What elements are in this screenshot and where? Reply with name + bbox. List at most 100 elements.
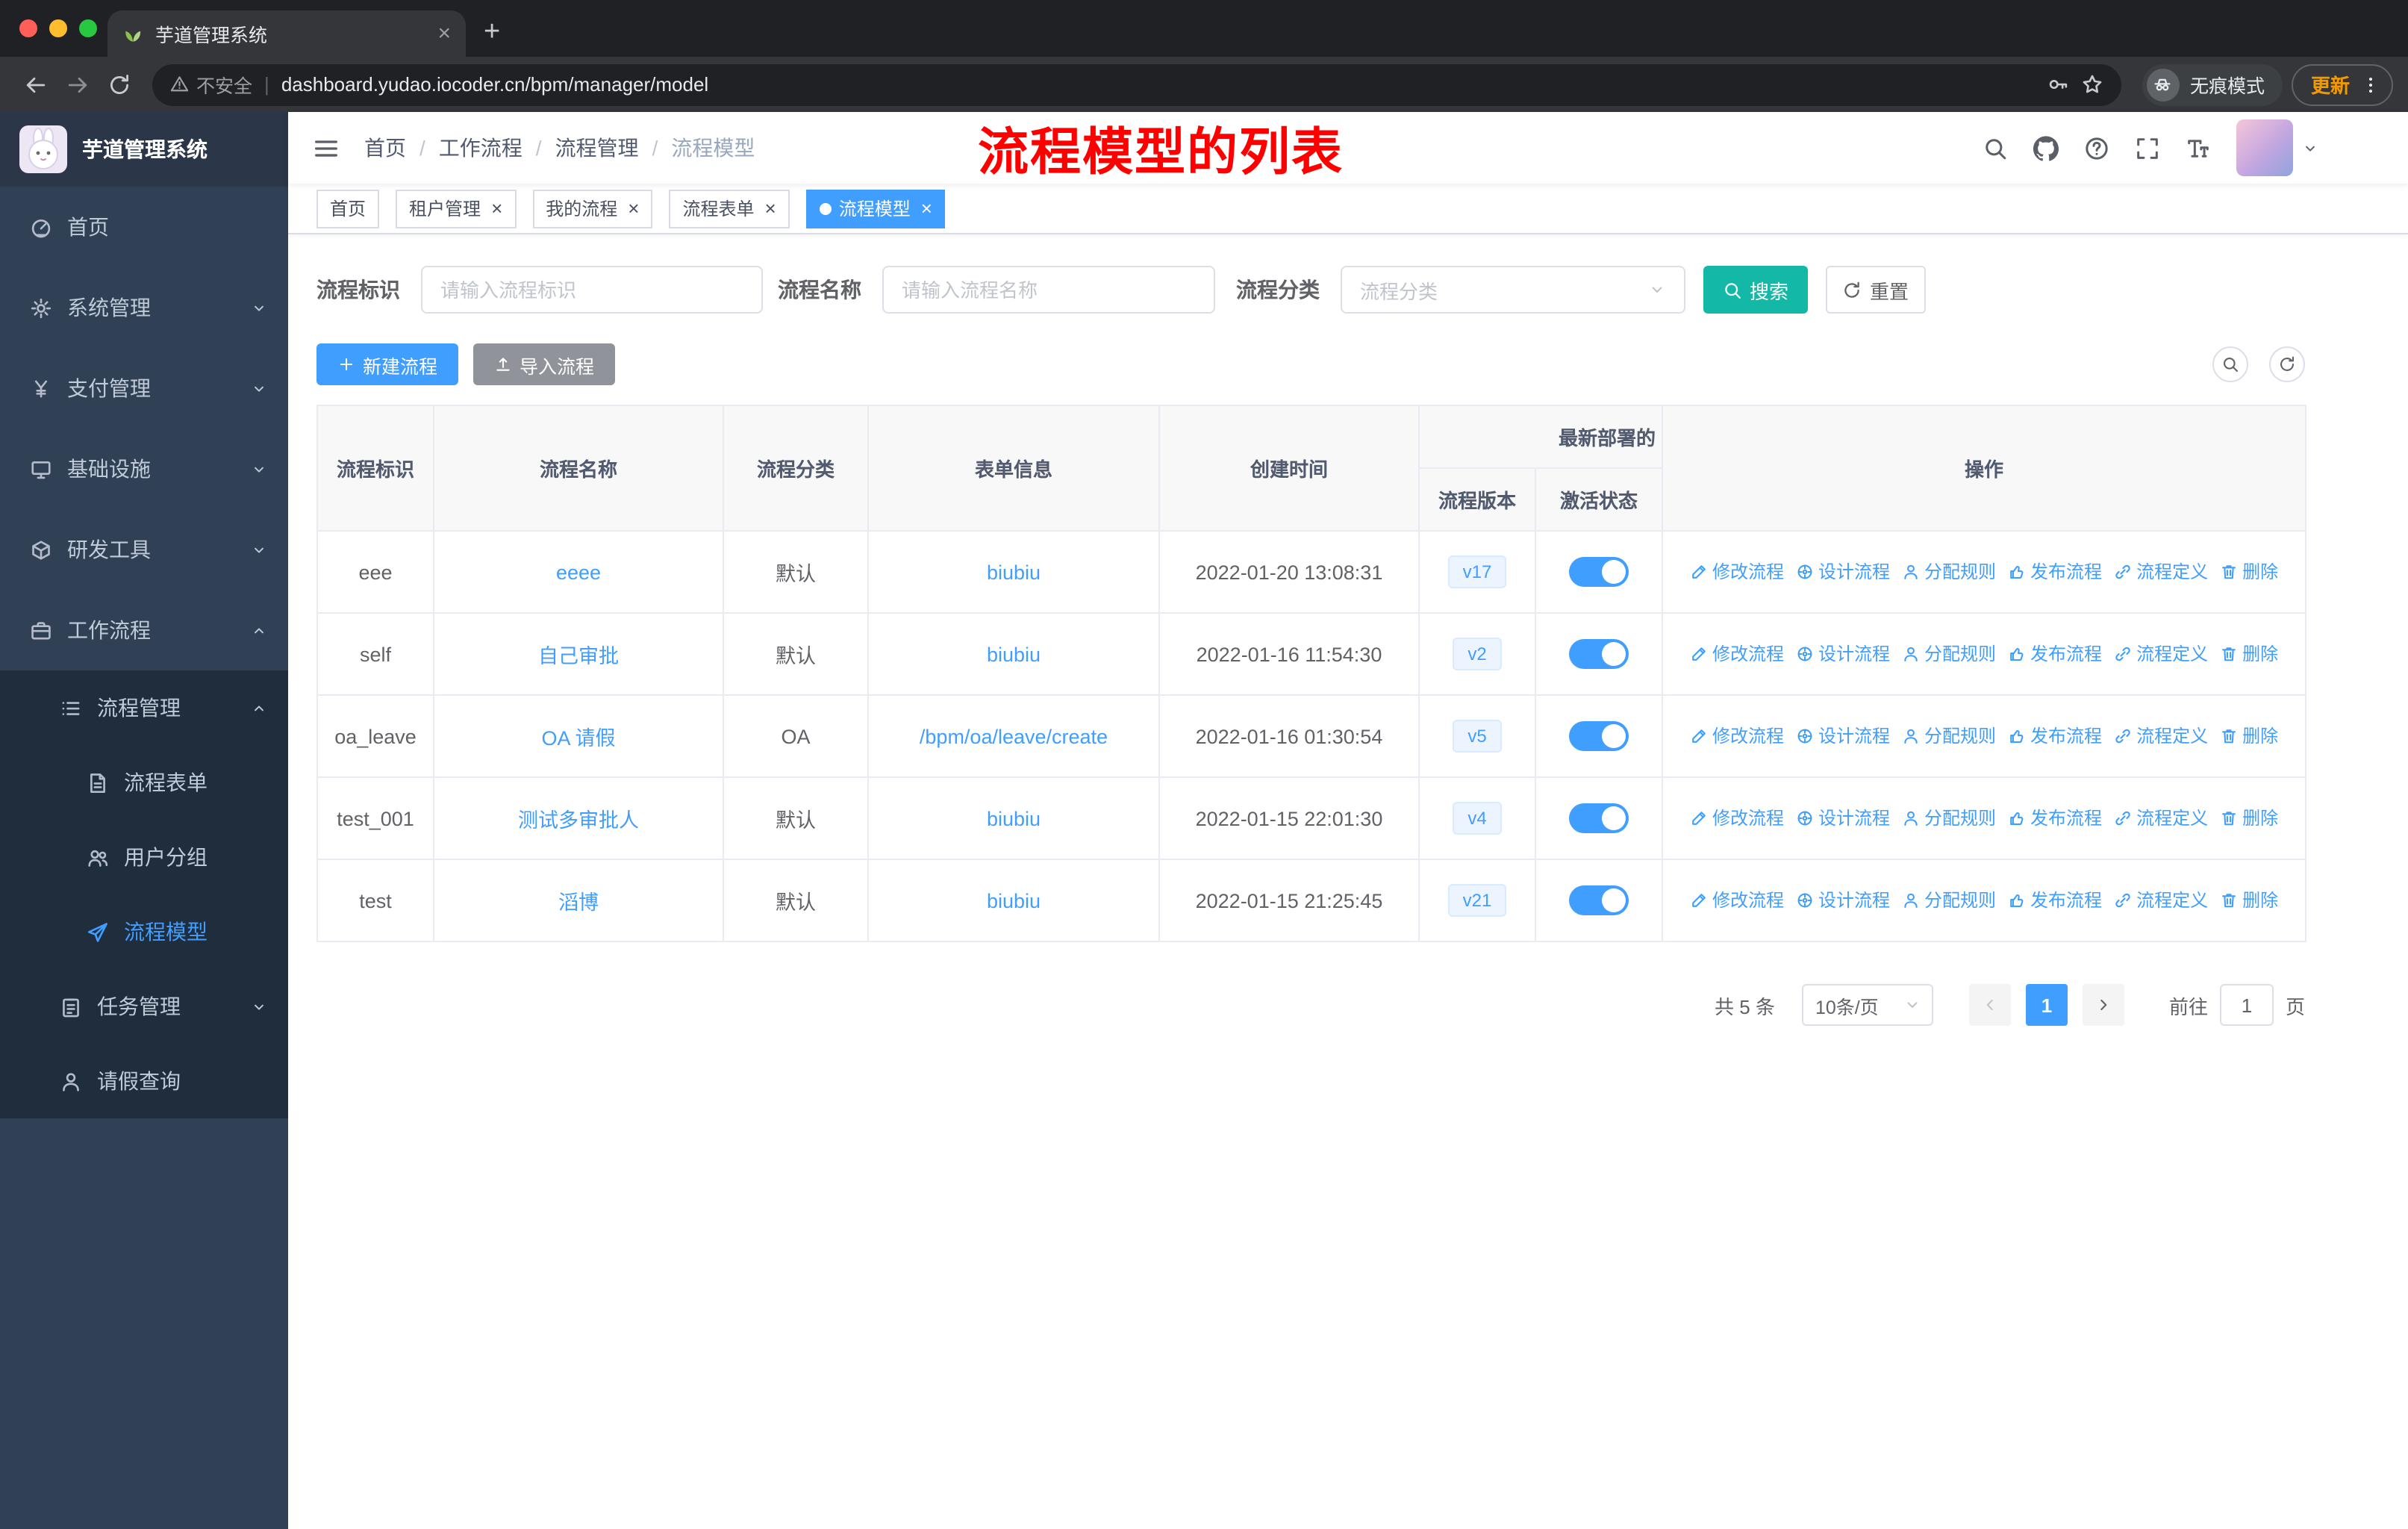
- fullscreen-icon[interactable]: [2135, 135, 2160, 161]
- font-size-icon[interactable]: [2186, 135, 2211, 161]
- active-toggle[interactable]: [1569, 639, 1629, 669]
- sidebar-item-devtools[interactable]: 研发工具: [0, 509, 288, 590]
- new-tab-button[interactable]: +: [484, 16, 500, 49]
- tab-process-model[interactable]: 流程模型 ×: [805, 189, 946, 228]
- zoom-window-button[interactable]: [79, 19, 97, 37]
- action-publish[interactable]: 发布流程: [2008, 806, 2102, 831]
- github-icon[interactable]: [2033, 135, 2059, 161]
- help-icon[interactable]: [2084, 135, 2109, 161]
- action-modify[interactable]: 修改流程: [1690, 641, 1784, 667]
- import-process-button[interactable]: 导入流程: [473, 343, 616, 385]
- sidebar-item-workflow[interactable]: 工作流程: [0, 590, 288, 670]
- action-publish[interactable]: 发布流程: [2008, 559, 2102, 585]
- action-definition[interactable]: 流程定义: [2114, 559, 2208, 585]
- reset-button[interactable]: 重置: [1826, 266, 1926, 314]
- process-name-link[interactable]: 自己审批: [538, 645, 619, 667]
- action-delete[interactable]: 删除: [2220, 559, 2278, 585]
- category-select[interactable]: 流程分类: [1341, 266, 1685, 314]
- form-info-link[interactable]: biubiu: [987, 561, 1041, 583]
- search-icon[interactable]: [1983, 135, 2008, 161]
- goto-page-input[interactable]: [2219, 984, 2274, 1026]
- tab-close-icon[interactable]: ×: [437, 22, 451, 45]
- form-info-link[interactable]: biubiu: [987, 807, 1041, 829]
- close-window-button[interactable]: [19, 19, 37, 37]
- sidebar-item-home[interactable]: 首页: [0, 187, 288, 267]
- browser-update-button[interactable]: 更新: [2291, 63, 2393, 105]
- sidebar-item-leave-query[interactable]: 请假查询: [0, 1044, 288, 1118]
- prev-page-button[interactable]: [1968, 984, 2011, 1026]
- forward-button[interactable]: [57, 63, 99, 105]
- action-modify[interactable]: 修改流程: [1690, 723, 1784, 749]
- user-avatar[interactable]: [2236, 119, 2318, 176]
- form-info-link[interactable]: /bpm/oa/leave/create: [920, 725, 1108, 747]
- action-definition[interactable]: 流程定义: [2114, 806, 2208, 831]
- refresh-table-button[interactable]: [2269, 346, 2305, 382]
- tab-tenant-manage[interactable]: 租户管理 ×: [396, 189, 517, 228]
- browser-tab[interactable]: 芋道管理系统 ×: [107, 10, 466, 57]
- action-assign-rule[interactable]: 分配规则: [1902, 559, 1996, 585]
- action-modify[interactable]: 修改流程: [1690, 888, 1784, 913]
- close-icon[interactable]: ×: [765, 199, 776, 218]
- breadcrumb-home[interactable]: 首页: [364, 133, 406, 163]
- process-name-input[interactable]: [902, 278, 1196, 301]
- action-publish[interactable]: 发布流程: [2008, 888, 2102, 913]
- action-publish[interactable]: 发布流程: [2008, 723, 2102, 749]
- sidebar-item-infrastructure[interactable]: 基础设施: [0, 429, 288, 509]
- action-design[interactable]: 设计流程: [1796, 559, 1890, 585]
- passwords-icon[interactable]: [2047, 73, 2069, 96]
- page-1-button[interactable]: 1: [2025, 984, 2068, 1026]
- sidebar-item-process-model[interactable]: 流程模型: [0, 894, 288, 969]
- action-assign-rule[interactable]: 分配规则: [1902, 723, 1996, 749]
- sidebar-item-task-manage[interactable]: 任务管理: [0, 969, 288, 1044]
- action-modify[interactable]: 修改流程: [1690, 559, 1784, 585]
- form-info-link[interactable]: biubiu: [987, 889, 1041, 912]
- active-toggle[interactable]: [1569, 557, 1629, 587]
- reload-button[interactable]: [99, 63, 140, 105]
- form-info-link[interactable]: biubiu: [987, 643, 1041, 665]
- action-assign-rule[interactable]: 分配规则: [1902, 888, 1996, 913]
- sidebar-item-payment[interactable]: 支付管理: [0, 348, 288, 429]
- close-icon[interactable]: ×: [921, 199, 932, 218]
- action-assign-rule[interactable]: 分配规则: [1902, 641, 1996, 667]
- process-name-link[interactable]: OA 请假: [541, 727, 615, 750]
- action-definition[interactable]: 流程定义: [2114, 641, 2208, 667]
- active-toggle[interactable]: [1569, 721, 1629, 751]
- active-toggle[interactable]: [1569, 803, 1629, 833]
- action-design[interactable]: 设计流程: [1796, 723, 1890, 749]
- sidebar-toggle-button[interactable]: [312, 134, 340, 162]
- process-name-link[interactable]: 滔博: [558, 891, 599, 914]
- action-delete[interactable]: 删除: [2220, 723, 2278, 749]
- action-design[interactable]: 设计流程: [1796, 806, 1890, 831]
- action-design[interactable]: 设计流程: [1796, 888, 1890, 913]
- process-name-link[interactable]: 测试多审批人: [518, 809, 639, 832]
- action-delete[interactable]: 删除: [2220, 888, 2278, 913]
- tab-my-process[interactable]: 我的流程 ×: [532, 189, 653, 228]
- sidebar-item-user-group[interactable]: 用户分组: [0, 820, 288, 894]
- action-publish[interactable]: 发布流程: [2008, 641, 2102, 667]
- address-bar[interactable]: 不安全 | dashboard.yudao.iocoder.cn/bpm/man…: [152, 63, 2121, 105]
- browser-menu-icon[interactable]: [2360, 74, 2381, 95]
- tab-home[interactable]: 首页: [316, 189, 380, 228]
- action-assign-rule[interactable]: 分配规则: [1902, 806, 1996, 831]
- action-modify[interactable]: 修改流程: [1690, 806, 1784, 831]
- sidebar-item-process-form[interactable]: 流程表单: [0, 745, 288, 820]
- breadcrumb-process-manage[interactable]: 流程管理: [555, 133, 639, 163]
- action-delete[interactable]: 删除: [2220, 806, 2278, 831]
- back-button[interactable]: [15, 63, 57, 105]
- action-design[interactable]: 设计流程: [1796, 641, 1890, 667]
- bookmark-icon[interactable]: [2081, 73, 2103, 96]
- toggle-search-button[interactable]: [2212, 346, 2248, 382]
- incognito-badge[interactable]: 无痕模式: [2142, 63, 2283, 105]
- close-icon[interactable]: ×: [628, 199, 639, 218]
- sidebar-item-process-manage[interactable]: 流程管理: [0, 670, 288, 745]
- action-delete[interactable]: 删除: [2220, 641, 2278, 667]
- create-process-button[interactable]: 新建流程: [316, 343, 459, 385]
- tab-process-form[interactable]: 流程表单 ×: [669, 189, 790, 228]
- page-size-select[interactable]: 10条/页: [1801, 984, 1933, 1026]
- process-key-input[interactable]: [440, 278, 743, 301]
- action-definition[interactable]: 流程定义: [2114, 888, 2208, 913]
- action-definition[interactable]: 流程定义: [2114, 723, 2208, 749]
- active-toggle[interactable]: [1569, 885, 1629, 915]
- next-page-button[interactable]: [2082, 984, 2124, 1026]
- minimize-window-button[interactable]: [49, 19, 67, 37]
